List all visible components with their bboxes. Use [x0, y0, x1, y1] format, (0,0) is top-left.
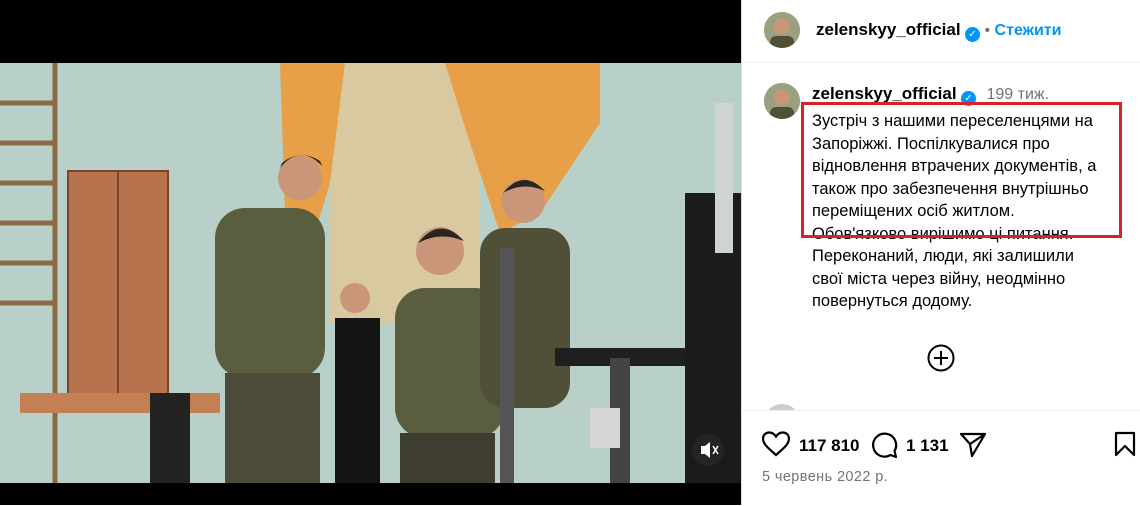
send-icon[interactable]: [959, 432, 987, 458]
post-actions: 117 810 1 131 5 червень 2022 р.: [742, 410, 1140, 506]
verified-badge-icon: ✓: [965, 27, 981, 42]
avatar[interactable]: [764, 12, 800, 48]
avatar-image: [764, 83, 800, 119]
speaker-icon[interactable]: [692, 434, 724, 466]
post-time-ago: 199 тиж.: [986, 86, 1050, 103]
caption-avatar[interactable]: [764, 83, 800, 119]
post-video[interactable]: [0, 63, 741, 483]
comment-icon[interactable]: [870, 431, 898, 459]
bookmark-icon[interactable]: [1114, 431, 1136, 457]
post-date: 5 червень 2022 р.: [762, 469, 889, 485]
post-sidebar: zelenskyy_official ✓ • Стежити zelenskyy…: [741, 0, 1140, 506]
video-frame: [0, 63, 741, 483]
caption-username[interactable]: zelenskyy_official: [812, 84, 957, 103]
caption-line: Переконаний, люди, які залишили: [812, 247, 1074, 265]
caption-line: повернуться додому.: [812, 292, 973, 310]
caption-line: свої міста через війну, неодмінно: [812, 269, 1066, 288]
avatar-image: [764, 12, 800, 48]
heart-icon[interactable]: [762, 431, 790, 457]
caption-highlight-box: [801, 102, 1122, 238]
plus-circle-icon[interactable]: [926, 343, 956, 373]
separator-dot: •: [984, 22, 991, 39]
like-count[interactable]: 117 810: [799, 436, 860, 456]
follow-button[interactable]: Стежити: [995, 22, 1062, 39]
author-username[interactable]: zelenskyy_official: [816, 20, 961, 39]
comment-count[interactable]: 1 131: [906, 436, 949, 456]
media-panel: [0, 0, 741, 505]
post-header: zelenskyy_official ✓ • Стежити: [742, 0, 1140, 63]
